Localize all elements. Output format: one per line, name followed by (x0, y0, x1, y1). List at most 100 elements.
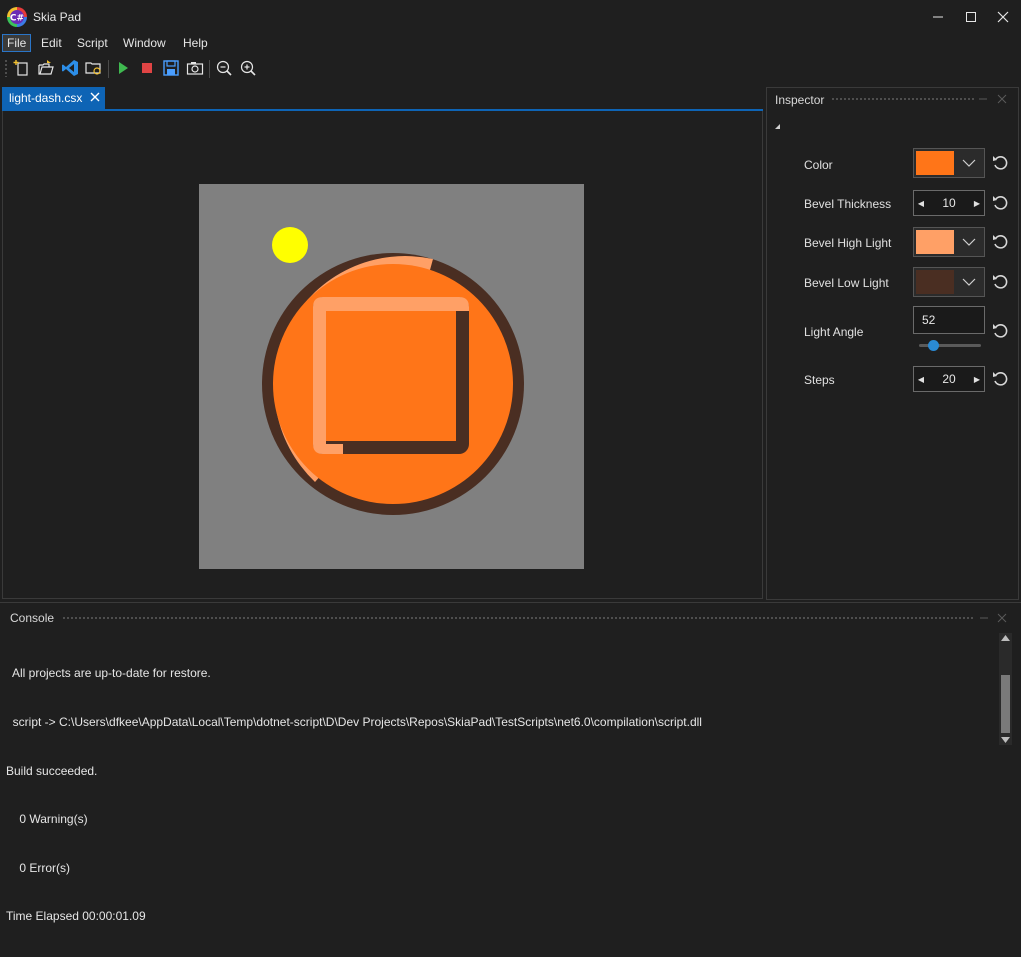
decrement-icon[interactable]: ◀ (914, 367, 928, 391)
reset-color-button[interactable] (991, 154, 1009, 172)
property-grid: Color Bevel Thickness ◀ 10 ▶ Bevel High … (767, 110, 1018, 599)
console-line: Build succeeded. (6, 763, 98, 778)
browse-folder-icon (85, 62, 101, 75)
app-logo-icon: C# (6, 6, 28, 28)
reset-bevel-high-light-button[interactable] (991, 233, 1009, 251)
zoom-out-icon (216, 60, 232, 76)
new-file-icon (13, 60, 28, 76)
color-swatch (916, 151, 954, 175)
close-icon (997, 613, 1007, 623)
minimize-panel-icon (979, 98, 987, 100)
zoom-out-button[interactable] (213, 57, 235, 79)
close-tab-button[interactable] (88, 90, 102, 104)
reset-icon (993, 196, 1008, 210)
reset-icon (993, 324, 1008, 338)
color-picker[interactable] (913, 148, 985, 178)
menu-script[interactable]: Script (73, 34, 112, 52)
minimize-icon (933, 16, 943, 18)
collapse-arrow-icon[interactable] (775, 124, 780, 129)
console-line: script -> C:\Users\dfkee\AppData\Local\T… (6, 715, 702, 730)
inspector-header: Inspector (767, 88, 1018, 110)
reset-steps-button[interactable] (991, 370, 1009, 388)
save-button[interactable] (160, 57, 182, 79)
scroll-down-icon[interactable] (1001, 737, 1010, 743)
reset-icon (993, 275, 1008, 289)
window-title: Skia Pad (33, 10, 82, 24)
reset-light-angle-button[interactable] (991, 322, 1009, 340)
console-scrollbar[interactable] (999, 633, 1012, 745)
increment-icon[interactable]: ▶ (970, 191, 984, 215)
console-line: 0 Error(s) (6, 860, 71, 875)
bevel-thickness-value[interactable]: 10 (928, 196, 970, 210)
stop-icon (142, 63, 152, 73)
scrollbar-thumb[interactable] (1001, 675, 1010, 733)
light-angle-input[interactable]: 52 (913, 306, 985, 334)
close-icon (997, 11, 1009, 23)
close-console-button[interactable] (996, 612, 1008, 624)
reset-bevel-low-light-button[interactable] (991, 273, 1009, 291)
color-swatch (916, 270, 954, 294)
zoom-in-icon (240, 60, 256, 76)
chevron-down-icon (958, 232, 980, 252)
run-button[interactable] (112, 57, 134, 79)
maximize-icon (966, 12, 976, 22)
console-title: Console (10, 611, 55, 625)
console-line: Time Elapsed 00:00:01.09 (6, 909, 146, 924)
tab-label: light-dash.csx (9, 91, 83, 105)
menu-help[interactable]: Help (179, 34, 212, 52)
prop-label-bevel-thickness: Bevel Thickness (804, 197, 892, 211)
screenshot-button[interactable] (184, 57, 206, 79)
increment-icon[interactable]: ▶ (970, 367, 984, 391)
steps-stepper[interactable]: ◀ 20 ▶ (913, 366, 985, 392)
prop-label-light-angle: Light Angle (804, 325, 864, 339)
close-inspector-button[interactable] (996, 93, 1008, 105)
close-icon (90, 92, 100, 102)
menu-bar: File Edit Script Window Help (0, 34, 1021, 54)
open-folder-icon (38, 60, 54, 75)
reset-icon (993, 372, 1008, 386)
console-output[interactable]: All projects are up-to-date for restore.… (6, 633, 991, 957)
chevron-down-icon (958, 272, 980, 292)
chevron-down-icon (958, 153, 980, 173)
stop-button[interactable] (136, 57, 158, 79)
render-preview (199, 184, 584, 569)
toolbar-separator (108, 60, 109, 78)
pin-button[interactable] (977, 93, 989, 105)
inspector-panel: Inspector Color Bevel Thickness ◀ 10 ▶ B… (766, 87, 1019, 600)
menu-window[interactable]: Window (119, 34, 170, 52)
reset-bevel-thickness-button[interactable] (991, 194, 1009, 212)
canvas-area (2, 111, 763, 599)
close-window-button[interactable] (980, 0, 1021, 34)
bevel-low-light-picker[interactable] (913, 267, 985, 297)
title-bar: C# Skia Pad (0, 0, 1021, 34)
open-file-button[interactable] (35, 57, 57, 79)
new-file-button[interactable] (11, 57, 33, 79)
decrement-icon[interactable]: ◀ (914, 191, 928, 215)
prop-label-steps: Steps (804, 373, 835, 387)
tab-light-dash[interactable]: light-dash.csx (2, 87, 105, 109)
zoom-in-button[interactable] (237, 57, 259, 79)
console-panel: Console All projects are up-to-date for … (0, 602, 1021, 923)
prop-label-bevel-low-light: Bevel Low Light (804, 276, 889, 290)
minimize-console-button[interactable] (978, 612, 990, 624)
prop-label-color: Color (804, 158, 833, 172)
open-in-vscode-button[interactable] (59, 57, 81, 79)
steps-value[interactable]: 20 (928, 372, 970, 386)
reset-icon (993, 156, 1008, 170)
save-icon (163, 60, 179, 76)
panel-grip (62, 616, 974, 620)
run-icon (119, 62, 128, 74)
toolbar-grip (4, 59, 8, 77)
browse-folder-button[interactable] (83, 57, 105, 79)
prop-label-bevel-high-light: Bevel High Light (804, 236, 892, 250)
minimize-panel-icon (980, 617, 988, 619)
bevel-thickness-stepper[interactable]: ◀ 10 ▶ (913, 190, 985, 216)
scroll-up-icon[interactable] (1001, 635, 1010, 641)
menu-file[interactable]: File (2, 34, 32, 52)
screenshot-icon (186, 62, 204, 75)
slider-thumb[interactable] (928, 340, 940, 351)
menu-edit[interactable]: Edit (37, 34, 66, 52)
light-angle-slider[interactable] (919, 340, 981, 351)
close-icon (997, 94, 1007, 104)
bevel-high-light-picker[interactable] (913, 227, 985, 257)
